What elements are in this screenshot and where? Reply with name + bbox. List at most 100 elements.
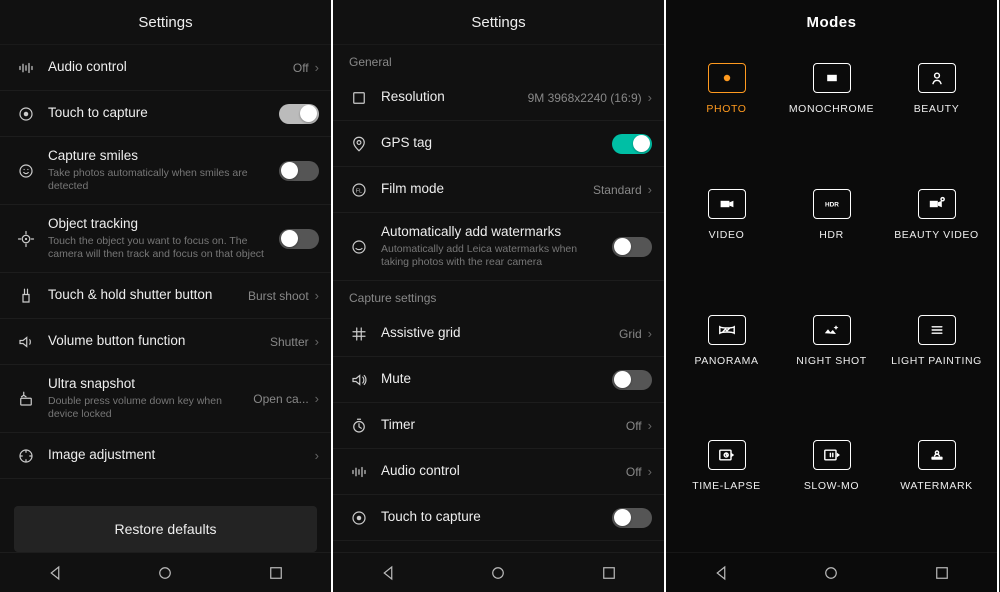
settings-list-1: Audio controlOff›Touch to captureCapture… <box>0 45 331 492</box>
row-title: Image adjustment <box>48 447 315 464</box>
mode-slow-mo[interactable]: SLOW-MO <box>781 432 882 552</box>
timer-icon <box>345 417 373 435</box>
mode-beauty-video[interactable]: BEAUTY VIDEO <box>886 181 987 301</box>
setting-row-timer[interactable]: TimerOff› <box>333 403 664 449</box>
row-title: Audio control <box>381 463 626 480</box>
mode-label: HDR <box>819 229 844 241</box>
mode-label: PANORAMA <box>694 355 758 367</box>
mode-label: MONOCHROME <box>789 103 874 115</box>
nav-back-icon[interactable] <box>379 564 397 582</box>
mode-time-lapse[interactable]: TIME-LAPSE <box>676 432 777 552</box>
section-general: General <box>333 45 664 75</box>
setting-row-capture-smiles[interactable]: Capture smiles <box>333 541 664 552</box>
target-icon <box>12 230 40 248</box>
row-value: Shutter <box>270 335 309 349</box>
row-title: Object tracking <box>48 216 279 233</box>
setting-row-ultra-snapshot[interactable]: Ultra snapshotDouble press volume down k… <box>0 365 331 433</box>
toggle-switch[interactable] <box>612 237 652 257</box>
mode-night-shot[interactable]: NIGHT SHOT <box>781 307 882 427</box>
setting-row-resolution[interactable]: Resolution9M 3968x2240 (16:9) › <box>333 75 664 121</box>
chevron-right-icon: › <box>648 418 652 433</box>
nav-recent-icon[interactable] <box>933 564 951 582</box>
nav-home-icon[interactable] <box>489 564 507 582</box>
setting-row-object-tracking[interactable]: Object trackingTouch the object you want… <box>0 205 331 273</box>
toggle-switch[interactable] <box>612 508 652 528</box>
settings-list-general: Resolution9M 3968x2240 (16:9) › GPS tag FLF… <box>333 75 664 281</box>
toggle-switch[interactable] <box>612 370 652 390</box>
row-title: Resolution <box>381 89 528 106</box>
toggle-switch[interactable] <box>279 229 319 249</box>
volume-icon <box>12 333 40 351</box>
nav-home-icon[interactable] <box>822 564 840 582</box>
gps-icon <box>345 135 373 153</box>
setting-row-film-mode[interactable]: FLFilm modeStandard› <box>333 167 664 213</box>
hold-icon <box>12 287 40 305</box>
row-value: 9M 3968x2240 (16:9) <box>528 91 642 105</box>
nav-back-icon[interactable] <box>46 564 64 582</box>
adjust-icon <box>12 447 40 465</box>
toggle-switch[interactable] <box>612 134 652 154</box>
mode-beauty[interactable]: BEAUTY <box>886 55 987 175</box>
chevron-right-icon: › <box>315 60 319 75</box>
setting-row-automatically-add-watermarks[interactable]: Automatically add watermarksAutomaticall… <box>333 213 664 281</box>
slow-mo-icon <box>813 440 851 470</box>
row-value: Off <box>626 419 642 433</box>
mode-photo[interactable]: PHOTO <box>676 55 777 175</box>
time-lapse-icon <box>708 440 746 470</box>
chevron-right-icon: › <box>315 288 319 303</box>
mode-label: PHOTO <box>706 103 746 115</box>
row-value: Grid <box>619 327 642 341</box>
mode-label: VIDEO <box>709 229 745 241</box>
android-navbar <box>666 552 997 592</box>
setting-row-touch-to-capture[interactable]: Touch to capture <box>0 91 331 137</box>
row-title: Assistive grid <box>381 325 619 342</box>
setting-row-assistive-grid[interactable]: Assistive gridGrid› <box>333 311 664 357</box>
setting-row-audio-control[interactable]: Audio controlOff› <box>333 449 664 495</box>
row-value: Off <box>293 61 309 75</box>
setting-row-touch-to-capture[interactable]: Touch to capture <box>333 495 664 541</box>
setting-row-touch-hold-shutter-button[interactable]: Touch & hold shutter buttonBurst shoot› <box>0 273 331 319</box>
row-title: GPS tag <box>381 135 612 152</box>
row-value: Standard <box>593 183 642 197</box>
audio-icon <box>345 463 373 481</box>
grid-icon <box>345 325 373 343</box>
toggle-switch[interactable] <box>279 161 319 181</box>
svg-text:FL: FL <box>356 188 362 194</box>
modes-grid: PHOTO MONOCHROME BEAUTY VIDEO HDR HDR BEAUTY V… <box>666 45 997 552</box>
touch-icon <box>345 509 373 527</box>
mode-watermark[interactable]: WATERMARK <box>886 432 987 552</box>
row-title: Volume button function <box>48 333 270 350</box>
mode-light-painting[interactable]: LIGHT PAINTING <box>886 307 987 427</box>
audio-icon <box>12 59 40 77</box>
row-title: Capture smiles <box>48 148 279 165</box>
setting-row-volume-button-function[interactable]: Volume button functionShutter› <box>0 319 331 365</box>
row-title: Touch to capture <box>381 509 612 526</box>
film-icon: FL <box>345 181 373 199</box>
setting-row-mute[interactable]: Mute <box>333 357 664 403</box>
settings-panel-1: Settings Audio controlOff›Touch to captu… <box>0 0 333 592</box>
beauty-video-icon <box>918 189 956 219</box>
setting-row-capture-smiles[interactable]: Capture smilesTake photos automatically … <box>0 137 331 205</box>
row-title: Mute <box>381 371 612 388</box>
mode-panorama[interactable]: PANORAMA <box>676 307 777 427</box>
beauty-icon <box>918 63 956 93</box>
nav-back-icon[interactable] <box>712 564 730 582</box>
mode-monochrome[interactable]: MONOCHROME <box>781 55 882 175</box>
nav-recent-icon[interactable] <box>600 564 618 582</box>
android-navbar <box>333 552 664 592</box>
mode-label: BEAUTY <box>914 103 960 115</box>
mode-video[interactable]: VIDEO <box>676 181 777 301</box>
settings-panel-2: Settings General Resolution9M 3968x2240 … <box>333 0 666 592</box>
restore-defaults-button[interactable]: Restore defaults <box>14 506 317 552</box>
setting-row-gps-tag[interactable]: GPS tag <box>333 121 664 167</box>
setting-row-audio-control[interactable]: Audio controlOff› <box>0 45 331 91</box>
mode-hdr[interactable]: HDR HDR <box>781 181 882 301</box>
setting-row-image-adjustment[interactable]: Image adjustment› <box>0 433 331 479</box>
touch-icon <box>12 105 40 123</box>
row-title: Ultra snapshot <box>48 376 253 393</box>
svg-text:HDR: HDR <box>825 201 839 208</box>
chevron-right-icon: › <box>648 90 652 105</box>
nav-recent-icon[interactable] <box>267 564 285 582</box>
toggle-switch[interactable] <box>279 104 319 124</box>
nav-home-icon[interactable] <box>156 564 174 582</box>
